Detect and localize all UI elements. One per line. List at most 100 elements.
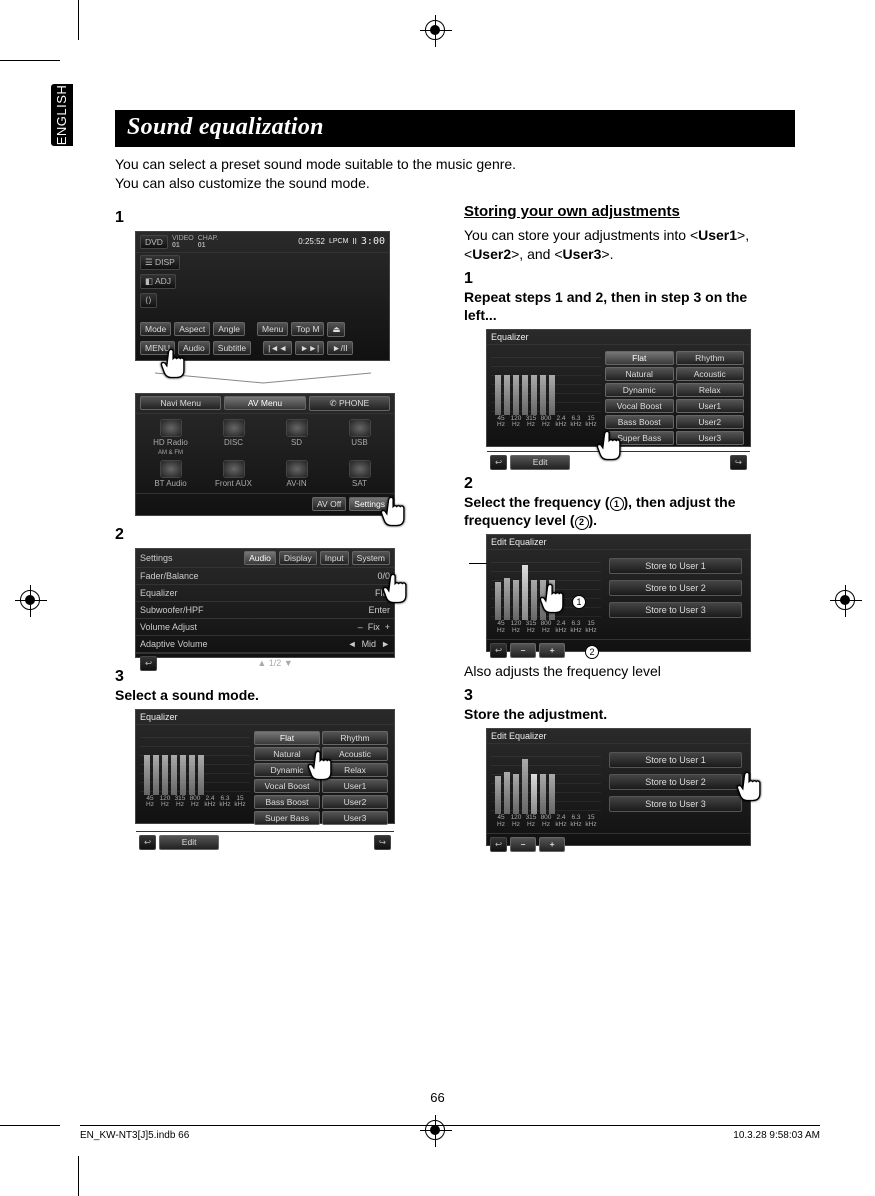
back-button[interactable]: ↩ [490, 643, 507, 658]
intro-line-2: You can also customize the sound mode. [115, 174, 795, 193]
eq-user2[interactable]: User2 [676, 415, 745, 429]
hand-pointer-icon [303, 748, 339, 784]
crop-mark [78, 0, 79, 40]
adj-button[interactable]: ◧ ADJ [140, 274, 176, 289]
prev-button[interactable]: |◄◄ [263, 341, 292, 355]
playpause-button[interactable]: ►/II [327, 341, 353, 355]
eq-rhythm[interactable]: Rhythm [676, 351, 745, 365]
eq-flat[interactable]: Flat [254, 731, 320, 745]
angle-button[interactable]: Angle [213, 322, 245, 336]
eq-user1[interactable]: User1 [676, 399, 745, 413]
eq-acoustic[interactable]: Acoustic [676, 367, 745, 381]
step-text: Repeat steps 1 and 2, then in step 3 on … [464, 288, 773, 324]
step-number: 1 [115, 209, 133, 227]
clock-label: 3:00 [361, 236, 385, 247]
crop-mark [78, 1156, 79, 1196]
source-frontaux[interactable]: Front AUX [202, 458, 265, 490]
eq-super[interactable]: Super Bass [254, 811, 320, 825]
row-subwoofer[interactable]: Subwoofer/HPFEnter [136, 602, 394, 619]
eq-vocal[interactable]: Vocal Boost [605, 399, 674, 413]
intro-line-1: You can select a preset sound mode suita… [115, 155, 795, 174]
mode-button[interactable]: Mode [140, 322, 171, 336]
store-user1-button[interactable]: Store to User 1 [609, 752, 742, 768]
source-usb[interactable]: USB [328, 417, 391, 458]
eq-flat[interactable]: Flat [605, 351, 674, 365]
eq-dynamic[interactable]: Dynamic [605, 383, 674, 397]
step-text: Select the frequency (1), then adjust th… [464, 493, 773, 530]
av-menu-tab[interactable]: AV Menu [224, 396, 305, 410]
eject-button[interactable]: ⏏ [327, 322, 345, 337]
source-hdradio[interactable]: HD RadioAM & FM [139, 417, 202, 458]
eq-bass[interactable]: Bass Boost [254, 795, 320, 809]
tab-input[interactable]: Input [320, 551, 349, 565]
tab-system[interactable]: System [352, 551, 390, 565]
step-text: Select a sound mode. [115, 686, 424, 704]
eq-relax[interactable]: Relax [676, 383, 745, 397]
screenshot-settings: Settings Audio Display Input System Fade… [135, 548, 395, 658]
screenshot-av-menu: Navi Menu AV Menu ✆ PHONE HD RadioAM & F… [135, 393, 395, 516]
back-button[interactable]: ↩ [139, 835, 156, 850]
callout-2: 2 [575, 516, 589, 530]
forward-button[interactable]: ↪ [730, 455, 747, 470]
move-button[interactable]: ⟨⟩ [140, 293, 157, 308]
store-user3-button[interactable]: Store to User 3 [609, 602, 742, 618]
navi-menu-tab[interactable]: Navi Menu [140, 396, 221, 410]
tab-display[interactable]: Display [279, 551, 317, 565]
callout-1-badge: 1 [572, 595, 586, 609]
source-sd[interactable]: SD [265, 417, 328, 458]
back-button[interactable]: ↩ [140, 656, 157, 671]
source-sat[interactable]: SAT [328, 458, 391, 490]
row-voladjust[interactable]: Volume Adjust– Fix + [136, 619, 394, 636]
minus-button[interactable]: – [510, 837, 536, 852]
callout-1: 1 [610, 497, 624, 511]
screenshot-dvd: DVD VIDEO01 CHAP.01 0:25:52 LPCM II 3:00… [135, 231, 390, 361]
forward-button[interactable]: ↪ [374, 835, 391, 850]
source-avin[interactable]: AV-IN [265, 458, 328, 490]
minus-button[interactable]: – [510, 643, 536, 658]
phone-tab[interactable]: ✆ PHONE [309, 396, 390, 411]
eq-user3[interactable]: User3 [322, 811, 388, 825]
store-user2-button[interactable]: Store to User 2 [609, 580, 742, 596]
step-text: Store the adjustment. [464, 705, 773, 723]
back-button[interactable]: ↩ [490, 837, 507, 852]
next-button[interactable]: ►►| [295, 341, 324, 355]
back-button[interactable]: ↩ [490, 455, 507, 470]
menu-button[interactable]: Menu [257, 322, 288, 336]
shot-title: Equalizer [491, 332, 529, 342]
row-fader[interactable]: Fader/Balance0/0 [136, 568, 394, 585]
source-btaudio[interactable]: BT Audio [139, 458, 202, 490]
eq-bass[interactable]: Bass Boost [605, 415, 674, 429]
store-user3-button[interactable]: Store to User 3 [609, 796, 742, 812]
eq-rhythm[interactable]: Rhythm [322, 731, 388, 745]
aspect-button[interactable]: Aspect [174, 322, 210, 336]
store-user1-button[interactable]: Store to User 1 [609, 558, 742, 574]
avoff-button[interactable]: AV Off [312, 497, 346, 511]
tab-audio[interactable]: Audio [244, 551, 276, 565]
lpcm-label: LPCM [329, 238, 348, 245]
crop-mark [0, 60, 60, 61]
topmenu-button[interactable]: Top M [291, 322, 324, 336]
edit-button[interactable]: Edit [510, 455, 570, 470]
eq-natural[interactable]: Natural [605, 367, 674, 381]
row-adaptive[interactable]: Adaptive Volume◄ Mid ► [136, 636, 394, 653]
intro-text: You can store your adjustments into <Use… [464, 226, 795, 264]
source-disc[interactable]: DISC [202, 417, 265, 458]
plus-button[interactable]: + [539, 837, 565, 852]
note-text: Also adjusts the frequency level [464, 662, 795, 681]
hand-pointer-icon [378, 571, 414, 607]
language-tab: ENGLISH [51, 84, 73, 146]
disp-button[interactable]: ☰ DISP [140, 255, 180, 270]
eq-user3[interactable]: User3 [676, 431, 745, 445]
page-number: 66 [0, 1090, 875, 1105]
hand-pointer-icon [535, 581, 571, 617]
plus-button[interactable]: + [539, 643, 565, 658]
subtitle-button[interactable]: Subtitle [213, 341, 251, 355]
edit-button[interactable]: Edit [159, 835, 219, 850]
hand-pointer-icon [376, 494, 412, 530]
pause-icon: II [352, 237, 356, 246]
store-user2-button[interactable]: Store to User 2 [609, 774, 742, 790]
video-label: VIDEO01 [172, 235, 194, 249]
footer-left: EN_KW-NT3[J]5.indb 66 [80, 1130, 189, 1141]
eq-user2[interactable]: User2 [322, 795, 388, 809]
row-equalizer[interactable]: EqualizerFlat [136, 585, 394, 602]
